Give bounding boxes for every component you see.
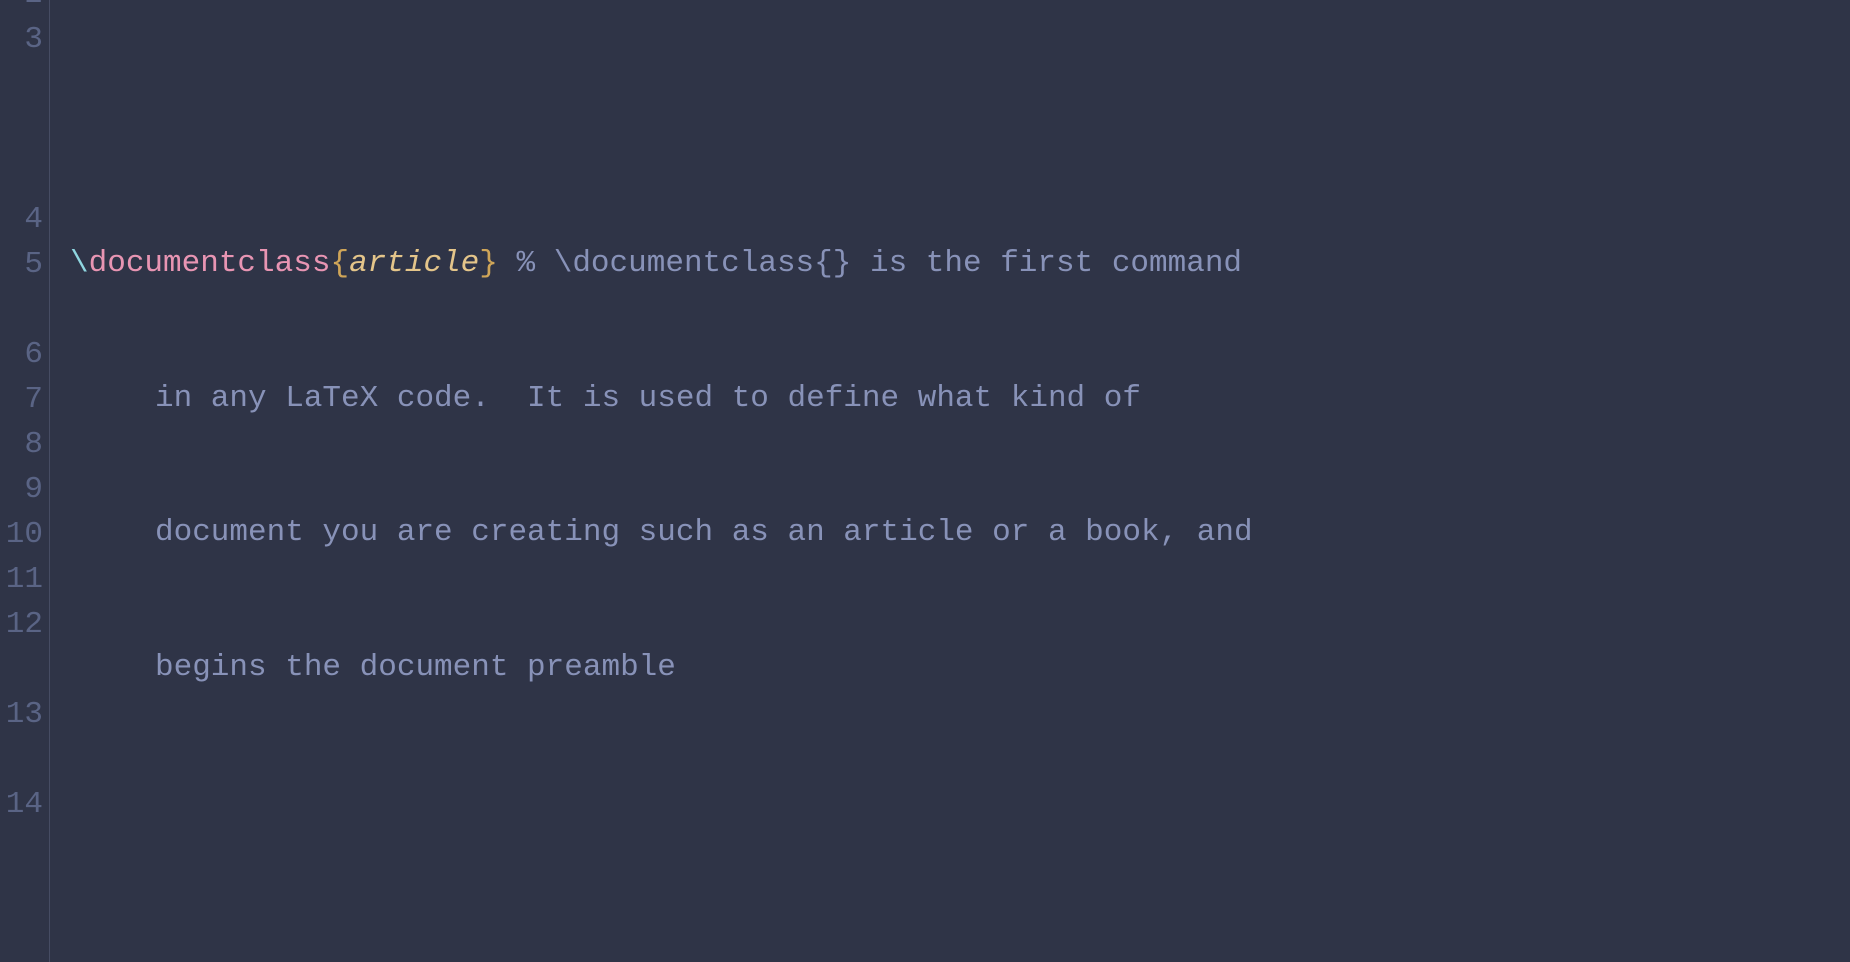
code-line-wrap[interactable]: in any LaTeX code. It is used to define …	[70, 377, 1840, 422]
brace-close: }	[479, 246, 498, 281]
latex-comment: in any LaTeX code. It is used to define …	[155, 381, 1160, 416]
line-number: 3	[0, 17, 49, 62]
line-number: 8	[0, 422, 49, 467]
code-editor[interactable]: 2 3 4 5 6 7 8 9 10 11 12 13 14 \document…	[0, 0, 1850, 962]
line-number: 13	[0, 692, 49, 737]
code-line-wrap[interactable]: document you are creating such as an art…	[70, 511, 1840, 556]
latex-comment: begins the document preamble	[155, 650, 676, 685]
code-line-wrap[interactable]: begins the document preamble	[70, 646, 1840, 691]
latex-comment: document you are creating such as an art…	[155, 515, 1271, 550]
line-number: 12	[0, 602, 49, 647]
brace-open: {	[330, 246, 349, 281]
line-number-gutter: 2 3 4 5 6 7 8 9 10 11 12 13 14	[0, 0, 50, 962]
line-number: 9	[0, 467, 49, 512]
line-number: 14	[0, 782, 49, 827]
line-number: 11	[0, 557, 49, 602]
latex-comment: % \documentclass{} is the first command	[517, 246, 1261, 281]
line-number: 6	[0, 332, 49, 377]
line-number: 7	[0, 377, 49, 422]
line-number: 10	[0, 512, 49, 557]
code-area[interactable]: \documentclass{article} % \documentclass…	[50, 0, 1850, 962]
latex-command: documentclass	[89, 246, 331, 281]
latex-argument: article	[349, 246, 479, 281]
line-number: 2	[0, 0, 49, 17]
line-number: 5	[0, 242, 49, 287]
latex-backslash: \	[70, 246, 89, 281]
code-line[interactable]	[70, 826, 1840, 871]
line-number: 4	[0, 197, 49, 242]
code-line[interactable]: \documentclass{article} % \documentclass…	[70, 242, 1840, 287]
